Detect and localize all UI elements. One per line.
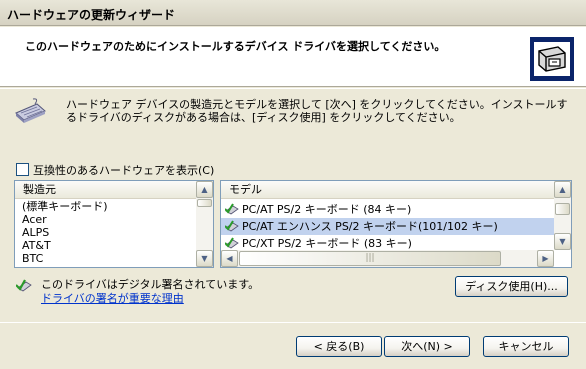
page-heading: このハードウェアのためにインストールするデバイス ドライバを選択してください。 [25,40,446,53]
checkbox-box[interactable] [16,163,29,176]
scroll-down-button[interactable]: ▼ [554,233,571,250]
list-item[interactable]: AT&T [15,239,213,252]
signature-status: このドライバはデジタル署名されています。 [41,278,260,291]
compat-hardware-checkbox[interactable]: 互換性のあるハードウェアを表示(C) [16,162,214,177]
scroll-up-button[interactable]: ▲ [196,181,213,198]
model-list[interactable]: モデル PC/AT PS/2 キーボード (84 キー) PC/AT エンハンス… [220,180,572,268]
manufacturer-header: 製造元 [15,181,196,199]
scroll-down-button[interactable]: ▼ [196,250,213,267]
footer-divider [0,322,586,323]
scroll-up-button[interactable]: ▲ [554,181,571,198]
manufacturer-scrollbar[interactable]: ▲ ▼ [196,181,213,267]
title-bar: ハードウェアの更新ウィザード [0,0,586,26]
model-vertical-scrollbar[interactable]: ▲ ▼ [554,181,571,250]
list-item[interactable]: Acer [15,213,213,226]
signed-driver-icon [225,203,239,215]
list-item[interactable]: ALPS [15,226,213,239]
signed-driver-icon [225,237,239,249]
scroll-thumb[interactable] [197,199,212,207]
model-item-label: PC/AT エンハンス PS/2 キーボード(101/102 キー) [242,220,498,233]
signature-info: このドライバはデジタル署名されています。 ドライバの署名が重要な理由 [16,278,259,306]
window-title: ハードウェアの更新ウィザード [7,8,176,22]
next-button[interactable]: 次へ(N) > [384,336,470,357]
back-button[interactable]: < 戻る(B) [296,336,382,357]
signature-link[interactable]: ドライバの署名が重要な理由 [41,292,259,306]
manufacturer-list[interactable]: 製造元 (標準キーボード) Acer ALPS AT&T BTC ▲ ▼ [14,180,214,268]
scroll-thumb[interactable] [555,203,570,215]
list-item[interactable]: (標準キーボード) [15,200,213,213]
model-item-label: PC/AT PS/2 キーボード (84 キー) [242,203,412,216]
list-item-selected[interactable]: PC/AT エンハンス PS/2 キーボード(101/102 キー) [221,218,571,235]
list-item[interactable]: BTC [15,252,213,265]
have-disk-button[interactable]: ディスク使用(H)... [455,276,568,297]
signed-driver-icon [225,220,239,232]
cancel-button[interactable]: キャンセル [483,336,569,357]
model-horizontal-scrollbar[interactable]: ◀ ||| ▶ [221,250,554,267]
scroll-left-button[interactable]: ◀ [221,250,238,267]
scroll-right-button[interactable]: ▶ [537,250,554,267]
compat-hardware-label: 互換性のあるハードウェアを表示(C) [33,163,215,177]
keyboard-icon [15,98,46,123]
header-divider [0,88,586,89]
list-item[interactable]: PC/AT PS/2 キーボード (84 キー) [221,201,571,218]
scroll-thumb[interactable]: ||| [239,251,501,266]
model-header: モデル [221,181,554,199]
hardware-install-icon [530,37,574,81]
signed-driver-icon [16,279,32,292]
intro-text: ハードウェア デバイスの製造元とモデルを選択して [次へ] をクリックしてくださ… [66,98,568,124]
wizard-header: このハードウェアのためにインストールするデバイス ドライバを選択してください。 [0,27,586,87]
